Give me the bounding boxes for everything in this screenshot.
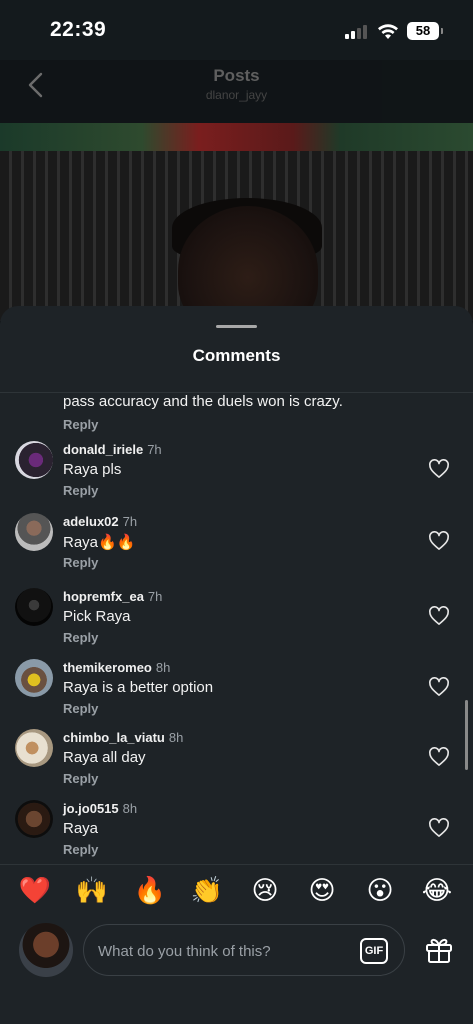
status-time: 22:39: [50, 18, 107, 41]
comment-time: 7h: [122, 514, 138, 529]
reply-button[interactable]: Reply: [63, 555, 98, 570]
comment-time: 7h: [147, 589, 163, 604]
heart-outline-icon[interactable]: [428, 747, 450, 767]
avatar[interactable]: [15, 800, 53, 838]
comment-time: 8h: [122, 801, 138, 816]
comment-text: Raya pls: [63, 461, 122, 478]
gif-button[interactable]: GIF: [360, 938, 388, 964]
comment-time: 8h: [168, 730, 184, 745]
reply-button[interactable]: Reply: [63, 630, 98, 645]
heart-outline-icon[interactable]: [428, 459, 450, 479]
avatar[interactable]: [15, 729, 53, 767]
comment-username[interactable]: donald_iriele 7h: [63, 442, 162, 457]
comments-scrollbar[interactable]: [465, 700, 468, 770]
comment-composer: GIF: [0, 923, 473, 981]
page-title: Posts: [213, 66, 260, 85]
avatar[interactable]: [15, 513, 53, 551]
page-subtitle: dlanor_jayy: [205, 88, 268, 102]
avatar[interactable]: [19, 923, 73, 977]
reaction-laughing[interactable]: 😂: [420, 874, 454, 908]
posts-header: Posts dlanor_jayy: [0, 60, 473, 123]
list-item: adelux02 7h Raya🔥🔥 Reply: [0, 513, 473, 583]
comment-time: 7h: [147, 442, 162, 457]
comment-username[interactable]: jo.jo0515 8h: [63, 801, 137, 816]
username-text[interactable]: jo.jo0515: [63, 801, 119, 816]
reaction-heart[interactable]: ❤️: [18, 874, 52, 908]
quick-reactions-bar: ❤️ 🙌 🔥 👏 😢 😍 😮 😂: [0, 874, 473, 912]
list-item: chimbo_la_viatu 8h Raya all day Reply: [0, 729, 473, 799]
comment-username[interactable]: hopremfx_ea 7h: [63, 589, 162, 604]
reaction-raising-hands[interactable]: 🙌: [75, 874, 109, 908]
comment-text: Raya all day: [63, 749, 146, 766]
reply-button[interactable]: Reply: [63, 701, 98, 716]
cellular-signal-icon: [345, 24, 369, 39]
avatar[interactable]: [15, 441, 53, 479]
comment-text: pass accuracy and the duels won is crazy…: [63, 393, 343, 410]
username-text[interactable]: donald_iriele: [63, 442, 143, 457]
status-bar: 22:39 58: [0, 0, 473, 60]
heart-outline-icon[interactable]: [428, 531, 450, 551]
comment-username[interactable]: chimbo_la_viatu 8h: [63, 730, 183, 745]
reaction-surprised[interactable]: 😮: [363, 874, 397, 908]
list-item: donald_iriele 7h Raya pls Reply: [0, 441, 473, 511]
username-text[interactable]: adelux02: [63, 514, 119, 529]
reaction-fire[interactable]: 🔥: [133, 874, 167, 908]
avatar[interactable]: [15, 588, 53, 626]
reply-button[interactable]: Reply: [63, 483, 98, 498]
heart-outline-icon[interactable]: [428, 606, 450, 626]
comment-input[interactable]: [98, 939, 348, 963]
list-item: hopremfx_ea 7h Pick Raya Reply: [0, 588, 473, 658]
reply-button[interactable]: Reply: [63, 842, 98, 857]
comments-title: Comments: [192, 346, 281, 365]
battery-indicator: 58: [407, 22, 443, 40]
divider: [0, 864, 473, 865]
username-text[interactable]: hopremfx_ea: [63, 589, 144, 604]
heart-outline-icon[interactable]: [428, 818, 450, 838]
reaction-heart-eyes[interactable]: 😍: [305, 874, 339, 908]
comments-list[interactable]: pass accuracy and the duels won is crazy…: [0, 393, 473, 863]
wifi-icon: [378, 24, 398, 39]
avatar[interactable]: [15, 659, 53, 697]
sheet-grabber[interactable]: [216, 325, 257, 328]
reaction-clap[interactable]: 👏: [190, 874, 224, 908]
gift-icon[interactable]: [424, 934, 454, 964]
comment-field[interactable]: GIF: [83, 924, 405, 976]
comment-time: 8h: [155, 660, 171, 675]
list-item: jo.jo0515 8h Raya Reply: [0, 800, 473, 863]
comment-text: Raya🔥🔥: [63, 534, 136, 551]
username-text[interactable]: themikeromeo: [63, 660, 152, 675]
reply-button[interactable]: Reply: [63, 771, 98, 786]
post-media-strip: [0, 123, 473, 151]
reaction-crying[interactable]: 😢: [248, 874, 282, 908]
comments-sheet: Comments pass accuracy and the duels won…: [0, 306, 473, 1024]
list-item: themikeromeo 8h Raya is a better option R…: [0, 659, 473, 729]
comment-text: Raya is a better option: [63, 679, 214, 696]
heart-outline-icon[interactable]: [428, 677, 450, 697]
comment-username[interactable]: adelux02 7h: [63, 514, 137, 529]
comment-text: Raya: [63, 820, 99, 837]
comment-username[interactable]: themikeromeo 8h: [63, 660, 170, 675]
comment-text: Pick Raya: [63, 608, 131, 625]
reply-button[interactable]: Reply: [63, 417, 98, 432]
username-text[interactable]: chimbo_la_viatu: [63, 730, 165, 745]
